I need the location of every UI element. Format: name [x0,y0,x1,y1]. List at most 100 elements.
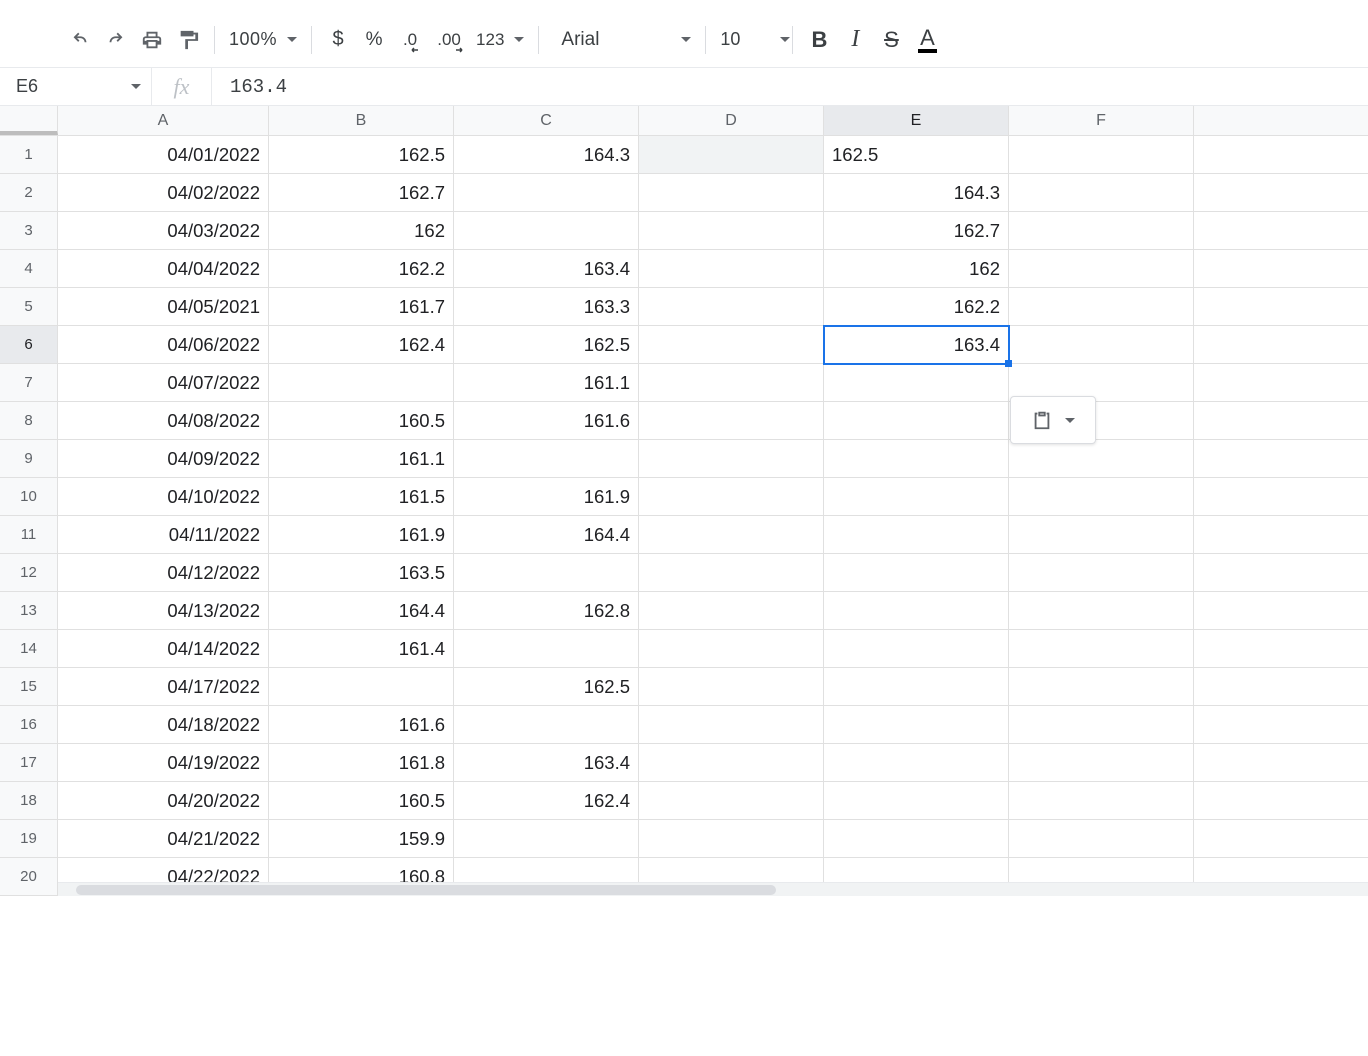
cell-G3[interactable] [1194,212,1368,250]
paint-format-button[interactable] [170,22,206,58]
cell-F6[interactable] [1009,326,1194,364]
cell-F10[interactable] [1009,478,1194,516]
cell-G11[interactable] [1194,516,1368,554]
cell-A10[interactable]: 04/10/2022 [58,478,269,516]
redo-button[interactable] [98,22,134,58]
cell-F13[interactable] [1009,592,1194,630]
cell-B16[interactable]: 161.6 [269,706,454,744]
cell-D19[interactable] [639,820,824,858]
cell-C3[interactable] [454,212,639,250]
cell-C11[interactable]: 164.4 [454,516,639,554]
column-header-E[interactable]: E [824,106,1009,135]
row-header-2[interactable]: 2 [0,174,58,212]
cell-F12[interactable] [1009,554,1194,592]
font-size-dropdown[interactable]: 10 [714,22,784,58]
cell-C16[interactable] [454,706,639,744]
cell-C4[interactable]: 163.4 [454,250,639,288]
formula-input[interactable]: 163.4 [212,68,1368,105]
menu-tools[interactable]: Tools [532,0,576,2]
cell-C18[interactable]: 162.4 [454,782,639,820]
cell-D11[interactable] [639,516,824,554]
cell-G1[interactable] [1194,136,1368,174]
cell-E19[interactable] [824,820,1009,858]
cell-D9[interactable] [639,440,824,478]
row-header-4[interactable]: 4 [0,250,58,288]
cell-D4[interactable] [639,250,824,288]
cell-G7[interactable] [1194,364,1368,402]
cell-A15[interactable]: 04/17/2022 [58,668,269,706]
cell-C14[interactable] [454,630,639,668]
cell-F16[interactable] [1009,706,1194,744]
cell-E9[interactable] [824,440,1009,478]
horizontal-scrollbar[interactable] [58,882,1368,896]
row-header-13[interactable]: 13 [0,592,58,630]
cell-D18[interactable] [639,782,824,820]
cell-D5[interactable] [639,288,824,326]
cell-E7[interactable] [824,364,1009,402]
more-formats-dropdown[interactable]: 123 [470,22,530,58]
menu-help[interactable]: Help [721,0,760,2]
cell-C7[interactable]: 161.1 [454,364,639,402]
cell-B11[interactable]: 161.9 [269,516,454,554]
percent-button[interactable]: % [356,22,392,58]
cell-E12[interactable] [824,554,1009,592]
cell-A2[interactable]: 04/02/2022 [58,174,269,212]
column-header-A[interactable]: A [58,106,269,135]
row-header-6[interactable]: 6 [0,326,58,364]
column-header-F[interactable]: F [1009,106,1194,135]
cell-E16[interactable] [824,706,1009,744]
row-header-5[interactable]: 5 [0,288,58,326]
zoom-dropdown[interactable]: 100% [223,22,303,58]
paste-options-popup[interactable] [1010,396,1096,444]
cell-E11[interactable] [824,516,1009,554]
cell-E13[interactable] [824,592,1009,630]
cell-D2[interactable] [639,174,824,212]
cell-G14[interactable] [1194,630,1368,668]
cell-A8[interactable]: 04/08/2022 [58,402,269,440]
cell-D13[interactable] [639,592,824,630]
cell-A4[interactable]: 04/04/2022 [58,250,269,288]
cell-A11[interactable]: 04/11/2022 [58,516,269,554]
menu-view[interactable]: View [239,0,280,2]
cell-G15[interactable] [1194,668,1368,706]
menu-file[interactable]: File [124,0,155,2]
cell-C2[interactable] [454,174,639,212]
row-header-11[interactable]: 11 [0,516,58,554]
cell-A5[interactable]: 04/05/2021 [58,288,269,326]
row-header-9[interactable]: 9 [0,440,58,478]
cell-G9[interactable] [1194,440,1368,478]
cell-C17[interactable]: 163.4 [454,744,639,782]
cell-C13[interactable]: 162.8 [454,592,639,630]
cell-F19[interactable] [1009,820,1194,858]
cell-F4[interactable] [1009,250,1194,288]
row-header-10[interactable]: 10 [0,478,58,516]
cell-A12[interactable]: 04/12/2022 [58,554,269,592]
cell-F14[interactable] [1009,630,1194,668]
cell-B2[interactable]: 162.7 [269,174,454,212]
cell-E3[interactable]: 162.7 [824,212,1009,250]
row-header-20[interactable]: 20 [0,858,58,896]
cell-D12[interactable] [639,554,824,592]
menu-format[interactable]: Format [380,0,440,2]
cell-A14[interactable]: 04/14/2022 [58,630,269,668]
cell-D3[interactable] [639,212,824,250]
cell-G12[interactable] [1194,554,1368,592]
cell-C5[interactable]: 163.3 [454,288,639,326]
cell-D14[interactable] [639,630,824,668]
cell-D1[interactable] [639,136,824,174]
row-header-1[interactable]: 1 [0,136,58,174]
cell-G10[interactable] [1194,478,1368,516]
last-edit-link[interactable]: Last edit was seconds a [806,0,1009,2]
cell-A1[interactable]: 04/01/2022 [58,136,269,174]
cell-B17[interactable]: 161.8 [269,744,454,782]
cell-E15[interactable] [824,668,1009,706]
cell-F9[interactable] [1009,440,1194,478]
cell-B9[interactable]: 161.1 [269,440,454,478]
menu-extensions[interactable]: Extensions [602,0,695,2]
row-header-17[interactable]: 17 [0,744,58,782]
cell-B6[interactable]: 162.4 [269,326,454,364]
column-header-G[interactable] [1194,106,1368,135]
cell-G13[interactable] [1194,592,1368,630]
print-button[interactable] [134,22,170,58]
cell-D8[interactable] [639,402,824,440]
